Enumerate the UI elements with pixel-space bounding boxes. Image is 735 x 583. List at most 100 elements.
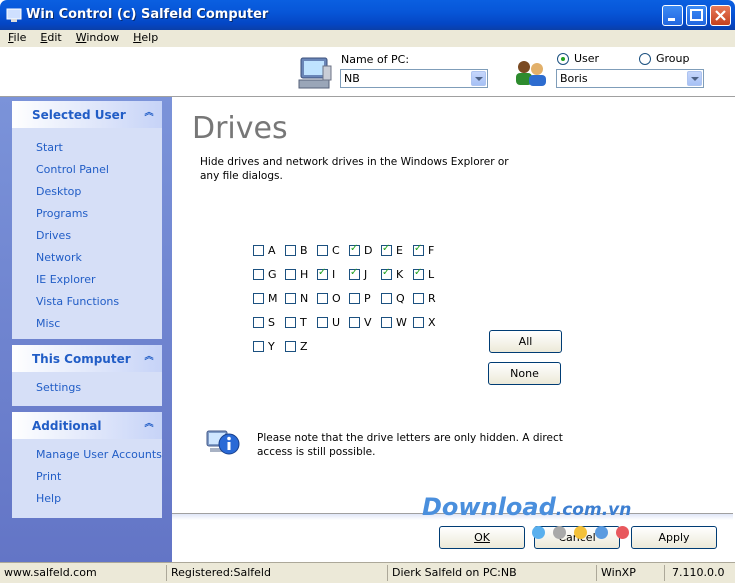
maximize-button[interactable] bbox=[686, 5, 707, 26]
checkbox-box[interactable] bbox=[317, 267, 328, 280]
checkbox-box[interactable] bbox=[413, 293, 424, 304]
drive-o-checkbox[interactable]: O bbox=[317, 292, 345, 307]
checkbox-box[interactable] bbox=[285, 245, 296, 256]
drive-v-checkbox[interactable]: V bbox=[349, 316, 377, 331]
menu-edit[interactable]: Edit bbox=[32, 30, 67, 47]
sidebar-item-manage-user-accounts[interactable]: Manage User Accounts bbox=[12, 444, 162, 466]
drive-s-checkbox[interactable]: S bbox=[253, 316, 281, 331]
checkbox-box[interactable] bbox=[253, 317, 264, 328]
select-none-button[interactable]: None bbox=[488, 362, 561, 385]
drive-x-checkbox[interactable]: X bbox=[413, 316, 441, 331]
minimize-button[interactable] bbox=[662, 5, 683, 26]
drive-q-checkbox[interactable]: Q bbox=[381, 292, 409, 307]
drive-letter-label: U bbox=[332, 316, 341, 329]
drive-h-checkbox[interactable]: H bbox=[285, 268, 313, 283]
checkbox-box[interactable] bbox=[253, 341, 264, 352]
checkbox-box[interactable] bbox=[285, 317, 296, 328]
checkbox-box[interactable] bbox=[253, 269, 264, 280]
collapse-icon[interactable]: ︽ bbox=[142, 419, 156, 433]
checkbox-box[interactable] bbox=[285, 293, 296, 304]
checkbox-box[interactable] bbox=[317, 293, 328, 304]
status-divider bbox=[387, 565, 388, 581]
drive-letter-label: K bbox=[396, 268, 404, 281]
sidebar-item-settings[interactable]: Settings bbox=[12, 377, 162, 399]
drive-f-checkbox[interactable]: F bbox=[413, 243, 441, 259]
info-icon bbox=[206, 430, 240, 455]
sidebar-item-network[interactable]: Network bbox=[12, 247, 162, 269]
checkbox-box[interactable] bbox=[413, 317, 424, 328]
checkbox-box[interactable] bbox=[413, 267, 424, 280]
checkbox-box[interactable] bbox=[381, 317, 392, 328]
drive-k-checkbox[interactable]: K bbox=[381, 267, 409, 283]
chevron-down-icon[interactable] bbox=[687, 71, 702, 86]
group-radio[interactable] bbox=[639, 53, 651, 65]
checkbox-box[interactable] bbox=[349, 267, 360, 280]
collapse-icon[interactable]: ︽ bbox=[142, 108, 156, 122]
apply-button[interactable]: Apply bbox=[631, 526, 717, 549]
user-combo[interactable]: Boris bbox=[556, 69, 704, 88]
drive-m-checkbox[interactable]: M bbox=[253, 292, 281, 307]
drive-j-checkbox[interactable]: J bbox=[349, 267, 377, 283]
drive-e-checkbox[interactable]: E bbox=[381, 243, 409, 259]
drive-n-checkbox[interactable]: N bbox=[285, 292, 313, 307]
sidebar-item-ie-explorer[interactable]: IE Explorer bbox=[12, 269, 162, 291]
sidebar-item-drives[interactable]: Drives bbox=[12, 225, 162, 247]
chevron-down-icon[interactable] bbox=[471, 71, 486, 86]
close-button[interactable] bbox=[710, 5, 731, 26]
collapse-icon[interactable]: ︽ bbox=[142, 352, 156, 366]
sidebar-item-control-panel[interactable]: Control Panel bbox=[12, 159, 162, 181]
panel-header[interactable]: Selected User ︽ bbox=[12, 101, 162, 128]
checkbox-box[interactable] bbox=[413, 243, 424, 256]
computer-icon bbox=[298, 57, 332, 89]
ok-button[interactable]: OK bbox=[439, 526, 525, 549]
menu-file[interactable]: File bbox=[0, 30, 32, 47]
checkbox-box[interactable] bbox=[285, 269, 296, 280]
checkbox-box[interactable] bbox=[381, 267, 392, 280]
sidebar-item-misc[interactable]: Misc bbox=[12, 313, 162, 335]
checkbox-box[interactable] bbox=[381, 293, 392, 304]
checkbox-box[interactable] bbox=[381, 243, 392, 256]
menu-help[interactable]: Help bbox=[125, 30, 164, 47]
checkbox-box[interactable] bbox=[285, 341, 296, 352]
checkbox-box[interactable] bbox=[317, 245, 328, 256]
drive-g-checkbox[interactable]: G bbox=[253, 268, 281, 283]
checkbox-box[interactable] bbox=[253, 245, 264, 256]
checkbox-box[interactable] bbox=[253, 293, 264, 304]
drive-l-checkbox[interactable]: L bbox=[413, 267, 441, 283]
app-icon bbox=[6, 8, 22, 22]
menu-window[interactable]: Window bbox=[68, 30, 125, 47]
drive-d-checkbox[interactable]: D bbox=[349, 243, 377, 259]
checkbox-box[interactable] bbox=[349, 243, 360, 256]
checkbox-box[interactable] bbox=[349, 293, 360, 304]
drive-r-checkbox[interactable]: R bbox=[413, 292, 441, 307]
drive-letter-label: I bbox=[332, 268, 336, 281]
sidebar-item-help[interactable]: Help bbox=[12, 488, 162, 510]
drive-z-checkbox[interactable]: Z bbox=[285, 340, 313, 355]
status-user-on-pc: Dierk Salfeld on PC:NB bbox=[392, 566, 517, 579]
panel-header[interactable]: Additional ︽ bbox=[12, 412, 162, 439]
drive-letter-label: T bbox=[300, 316, 307, 329]
drive-b-checkbox[interactable]: B bbox=[285, 244, 313, 259]
select-all-button[interactable]: All bbox=[489, 330, 562, 353]
drive-p-checkbox[interactable]: P bbox=[349, 292, 377, 307]
user-radio[interactable] bbox=[557, 53, 569, 65]
checkbox-box[interactable] bbox=[317, 317, 328, 328]
drive-c-checkbox[interactable]: C bbox=[317, 244, 345, 259]
pc-name-combo[interactable]: NB bbox=[340, 69, 488, 88]
sidebar-item-print[interactable]: Print bbox=[12, 466, 162, 488]
drive-i-checkbox[interactable]: I bbox=[317, 267, 345, 283]
drive-t-checkbox[interactable]: T bbox=[285, 316, 313, 331]
drive-letter-label: H bbox=[300, 268, 309, 281]
selector-bar: Name of PC: NB User Group Boris bbox=[0, 47, 735, 97]
drive-y-checkbox[interactable]: Y bbox=[253, 340, 281, 355]
sidebar-item-programs[interactable]: Programs bbox=[12, 203, 162, 225]
sidebar-item-start[interactable]: Start bbox=[12, 137, 162, 159]
drive-u-checkbox[interactable]: U bbox=[317, 316, 345, 331]
checkbox-box[interactable] bbox=[349, 317, 360, 328]
drive-letter-label: P bbox=[364, 292, 371, 305]
sidebar-item-desktop[interactable]: Desktop bbox=[12, 181, 162, 203]
drive-w-checkbox[interactable]: W bbox=[381, 316, 409, 331]
sidebar-item-vista-functions[interactable]: Vista Functions bbox=[12, 291, 162, 313]
drive-a-checkbox[interactable]: A bbox=[253, 244, 281, 259]
panel-header[interactable]: This Computer ︽ bbox=[12, 345, 162, 372]
